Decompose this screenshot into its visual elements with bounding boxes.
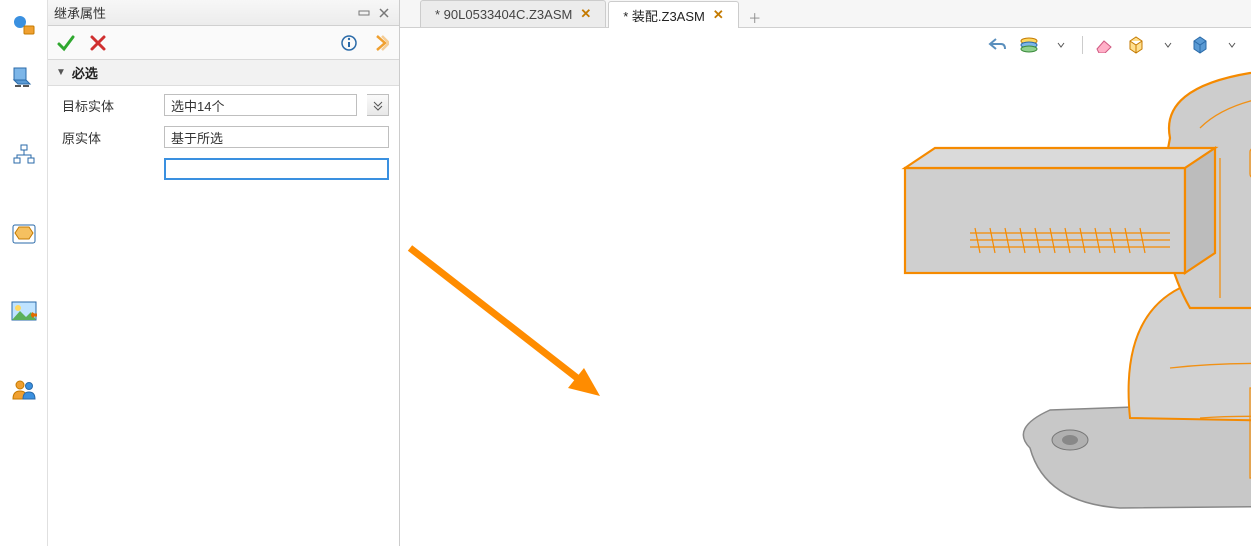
ok-button[interactable] xyxy=(52,30,80,56)
source-entity-input[interactable] xyxy=(164,158,389,180)
eraser-icon[interactable] xyxy=(1093,34,1115,56)
required-section-header[interactable]: ▼ 必选 xyxy=(48,60,399,86)
properties-icon[interactable] xyxy=(6,8,42,44)
wireframe-dd-icon[interactable] xyxy=(1157,34,1179,56)
close-panel-icon[interactable] xyxy=(375,4,393,22)
left-icon-strip xyxy=(0,0,48,546)
tab-1-close-icon[interactable]: ✕ xyxy=(713,7,724,23)
target-entity-dropdown[interactable] xyxy=(367,94,389,116)
collapse-triangle-icon: ▼ xyxy=(56,67,66,78)
undo-view-icon[interactable] xyxy=(986,34,1008,56)
minimize-icon[interactable] xyxy=(355,4,373,22)
panel-header: 继承属性 xyxy=(48,0,399,26)
source-entity-row: 原实体 基于所选 xyxy=(62,126,389,148)
shaded-dd-icon[interactable] xyxy=(1221,34,1243,56)
target-entity-row: 目标实体 选中14个 xyxy=(62,94,389,116)
source-entity-label: 原实体 xyxy=(62,128,154,147)
viewport-toolbar xyxy=(986,34,1243,56)
wireframe-cube-icon[interactable] xyxy=(1125,34,1147,56)
shaded-cube-icon[interactable] xyxy=(1189,34,1211,56)
new-tab-button[interactable]: ＋ xyxy=(741,8,769,27)
target-entity-label: 目标实体 xyxy=(62,96,154,115)
source-entity-input-wrap xyxy=(164,158,389,180)
hierarchy-icon[interactable] xyxy=(6,138,42,174)
layers-dd-icon[interactable] xyxy=(1050,34,1072,56)
tree-cube-icon[interactable] xyxy=(6,60,42,96)
tab-0-close-icon[interactable]: ✕ xyxy=(580,6,591,22)
properties-panel: 继承属性 ▼ 必选 目标实体 选中14个 xyxy=(48,0,400,546)
expand-icon[interactable] xyxy=(367,30,395,56)
tab-1-label: * 装配.Z3ASM xyxy=(623,6,705,25)
landscape-icon[interactable] xyxy=(6,294,42,330)
tab-1[interactable]: * 装配.Z3ASM ✕ xyxy=(608,1,739,28)
info-icon[interactable] xyxy=(335,30,363,56)
required-label: 必选 xyxy=(72,63,98,82)
input-row xyxy=(62,158,389,180)
source-entity-value[interactable]: 基于所选 xyxy=(164,126,389,148)
users-icon[interactable] xyxy=(6,372,42,408)
main-area: * 90L0533404C.Z3ASM ✕ * 装配.Z3ASM ✕ ＋ xyxy=(400,0,1251,546)
3d-model xyxy=(820,58,1251,546)
target-entity-value[interactable]: 选中14个 xyxy=(164,94,357,116)
tab-0-label: * 90L0533404C.Z3ASM xyxy=(435,7,572,22)
layers-icon[interactable] xyxy=(1018,34,1040,56)
tab-0[interactable]: * 90L0533404C.Z3ASM ✕ xyxy=(420,0,606,27)
cube-photo-icon[interactable] xyxy=(6,216,42,252)
panel-title: 继承属性 xyxy=(54,3,353,22)
document-tabs: * 90L0533404C.Z3ASM ✕ * 装配.Z3ASM ✕ ＋ xyxy=(400,0,1251,28)
required-section-body: 目标实体 选中14个 原实体 基于所选 xyxy=(48,86,399,198)
3d-viewport[interactable]: X xyxy=(400,28,1251,546)
panel-toolbar xyxy=(48,26,399,60)
cancel-button[interactable] xyxy=(84,30,112,56)
